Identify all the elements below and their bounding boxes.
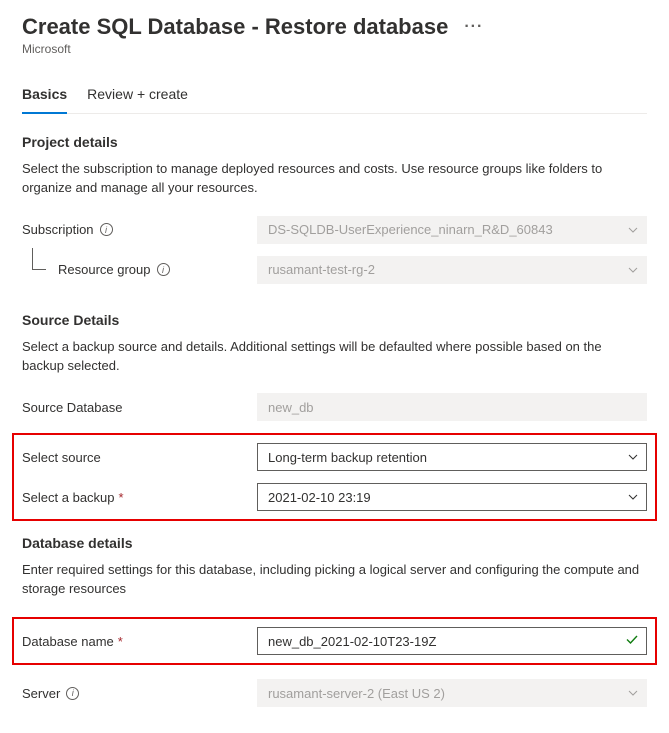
tree-line-icon xyxy=(32,248,46,270)
server-label: Server i xyxy=(22,686,257,701)
tabs: Basics Review + create xyxy=(22,78,647,114)
database-details-desc: Enter required settings for this databas… xyxy=(22,561,647,599)
source-details-desc: Select a backup source and details. Addi… xyxy=(22,338,647,376)
info-icon[interactable]: i xyxy=(100,223,113,236)
source-database-field: new_db xyxy=(257,393,647,421)
select-backup-label: Select a backup * xyxy=(22,490,257,505)
page-subtitle: Microsoft xyxy=(22,42,647,56)
checkmark-icon xyxy=(625,633,639,650)
select-backup-value: 2021-02-10 23:19 xyxy=(268,490,371,505)
server-dropdown[interactable]: rusamant-server-2 (East US 2) xyxy=(257,679,647,707)
tab-review-create[interactable]: Review + create xyxy=(87,78,188,114)
resource-group-label: Resource group i xyxy=(22,262,257,277)
resource-group-value: rusamant-test-rg-2 xyxy=(268,262,375,277)
source-details-heading: Source Details xyxy=(22,312,647,328)
page-title: Create SQL Database - Restore database ·… xyxy=(22,14,647,40)
subscription-dropdown[interactable]: DS-SQLDB-UserExperience_ninarn_R&D_60843 xyxy=(257,216,647,244)
project-details-heading: Project details xyxy=(22,134,647,150)
server-label-text: Server xyxy=(22,686,60,701)
database-highlight-box: Database name * new_db_2021-02-10T23-19Z xyxy=(12,617,657,665)
info-icon[interactable]: i xyxy=(157,263,170,276)
database-name-field[interactable]: new_db_2021-02-10T23-19Z xyxy=(257,627,647,655)
select-source-label: Select source xyxy=(22,450,257,465)
project-details-desc: Select the subscription to manage deploy… xyxy=(22,160,647,198)
required-indicator: * xyxy=(119,490,124,505)
source-highlight-box: Select source Long-term backup retention… xyxy=(12,433,657,521)
source-database-value: new_db xyxy=(268,400,314,415)
subscription-label-text: Subscription xyxy=(22,222,94,237)
source-database-label: Source Database xyxy=(22,400,257,415)
database-details-heading: Database details xyxy=(22,535,647,551)
database-name-value: new_db_2021-02-10T23-19Z xyxy=(268,634,436,649)
resource-group-dropdown[interactable]: rusamant-test-rg-2 xyxy=(257,256,647,284)
resource-group-label-text: Resource group xyxy=(58,262,151,277)
database-name-label: Database name * xyxy=(22,634,257,649)
select-source-value: Long-term backup retention xyxy=(268,450,427,465)
server-value: rusamant-server-2 (East US 2) xyxy=(268,686,445,701)
tab-basics[interactable]: Basics xyxy=(22,78,67,114)
subscription-value: DS-SQLDB-UserExperience_ninarn_R&D_60843 xyxy=(268,222,553,237)
info-icon[interactable]: i xyxy=(66,687,79,700)
more-actions-icon[interactable]: ··· xyxy=(464,18,483,36)
database-name-label-text: Database name xyxy=(22,634,114,649)
page-title-text: Create SQL Database - Restore database xyxy=(22,14,448,40)
required-indicator: * xyxy=(118,634,123,649)
select-backup-dropdown[interactable]: 2021-02-10 23:19 xyxy=(257,483,647,511)
select-backup-label-text: Select a backup xyxy=(22,490,115,505)
select-source-dropdown[interactable]: Long-term backup retention xyxy=(257,443,647,471)
subscription-label: Subscription i xyxy=(22,222,257,237)
